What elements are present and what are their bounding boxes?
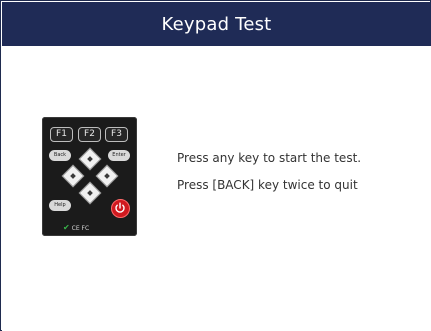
page-title: Keypad Test (2, 2, 431, 46)
f1-key: F1 (50, 127, 73, 142)
keypad-illustration: F1 F2 F3 Back Enter Help ✔ CE FC (42, 117, 137, 236)
certification-text: CE FC (71, 225, 90, 232)
arrow-left-icon (61, 164, 85, 188)
instruction-start: Press any key to start the test. (177, 151, 362, 165)
power-icon (111, 199, 130, 218)
help-key: Help (49, 200, 71, 211)
check-icon: ✔ (63, 223, 70, 232)
back-key: Back (49, 150, 71, 161)
arrow-right-icon (95, 164, 119, 188)
instruction-quit: Press [BACK] key twice to quit (177, 178, 358, 192)
enter-key: Enter (108, 150, 130, 161)
f2-key: F2 (78, 127, 101, 142)
f3-key: F3 (105, 127, 128, 142)
arrow-up-icon (78, 147, 102, 171)
certification-marks: ✔ CE FC (63, 223, 123, 232)
arrow-down-icon (78, 181, 102, 205)
keypad-test-window: Keypad Test F1 F2 F3 Back Enter Help ✔ C… (0, 0, 431, 331)
